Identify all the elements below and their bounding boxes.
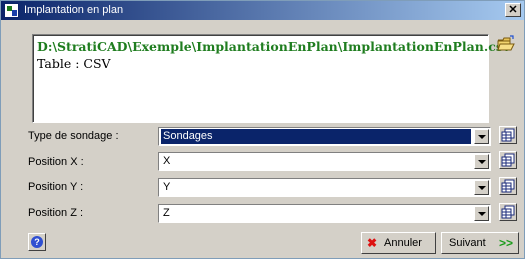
position-z-select[interactable]: Z — [158, 204, 491, 223]
position-y-value: Y — [163, 181, 171, 193]
title-bar: Implantation en plan ✕ — [1, 1, 524, 20]
type-sondage-label: Type de sondage : — [28, 130, 119, 142]
position-y-label: Position Y : — [28, 181, 84, 193]
folder-open-icon[interactable] — [496, 34, 516, 54]
cancel-label: Annuler — [384, 237, 422, 249]
help-button[interactable]: ? — [28, 233, 46, 251]
close-icon: ✖ — [367, 236, 378, 250]
double-arrow-right-icon: >> — [499, 236, 514, 250]
table-grid-icon[interactable] — [499, 126, 517, 144]
chevron-down-icon[interactable] — [474, 129, 489, 144]
close-button[interactable]: ✕ — [505, 3, 521, 17]
next-label: Suivant — [449, 237, 486, 249]
position-x-value: X — [163, 155, 171, 167]
window-title: Implantation en plan — [24, 4, 124, 16]
source-info-box: D:\StratiCAD\Exemple\ImplantationEnPlan\… — [32, 34, 511, 123]
chevron-down-icon[interactable] — [474, 154, 489, 169]
help-icon: ? — [31, 236, 43, 248]
type-sondage-value: Sondages — [161, 129, 471, 144]
table-grid-icon[interactable] — [499, 177, 517, 195]
type-sondage-select[interactable]: Sondages — [158, 127, 491, 146]
dialog-window: Implantation en plan ✕ D:\StratiCAD\Exem… — [0, 0, 525, 259]
app-icon — [4, 3, 19, 18]
chevron-down-icon[interactable] — [474, 206, 489, 221]
next-button[interactable]: Suivant >> — [441, 232, 519, 254]
position-x-label: Position X : — [28, 156, 84, 168]
file-path: D:\StratiCAD\Exemple\ImplantationEnPlan\… — [37, 39, 511, 54]
table-type: Table : CSV — [37, 56, 111, 71]
position-x-select[interactable]: X — [158, 152, 491, 171]
cancel-button[interactable]: ✖ Annuler — [361, 232, 436, 254]
position-z-label: Position Z : — [28, 207, 84, 219]
position-z-value: Z — [163, 207, 170, 219]
table-grid-icon[interactable] — [499, 151, 517, 169]
chevron-down-icon[interactable] — [474, 180, 489, 195]
table-grid-icon[interactable] — [499, 203, 517, 221]
position-y-select[interactable]: Y — [158, 178, 491, 197]
